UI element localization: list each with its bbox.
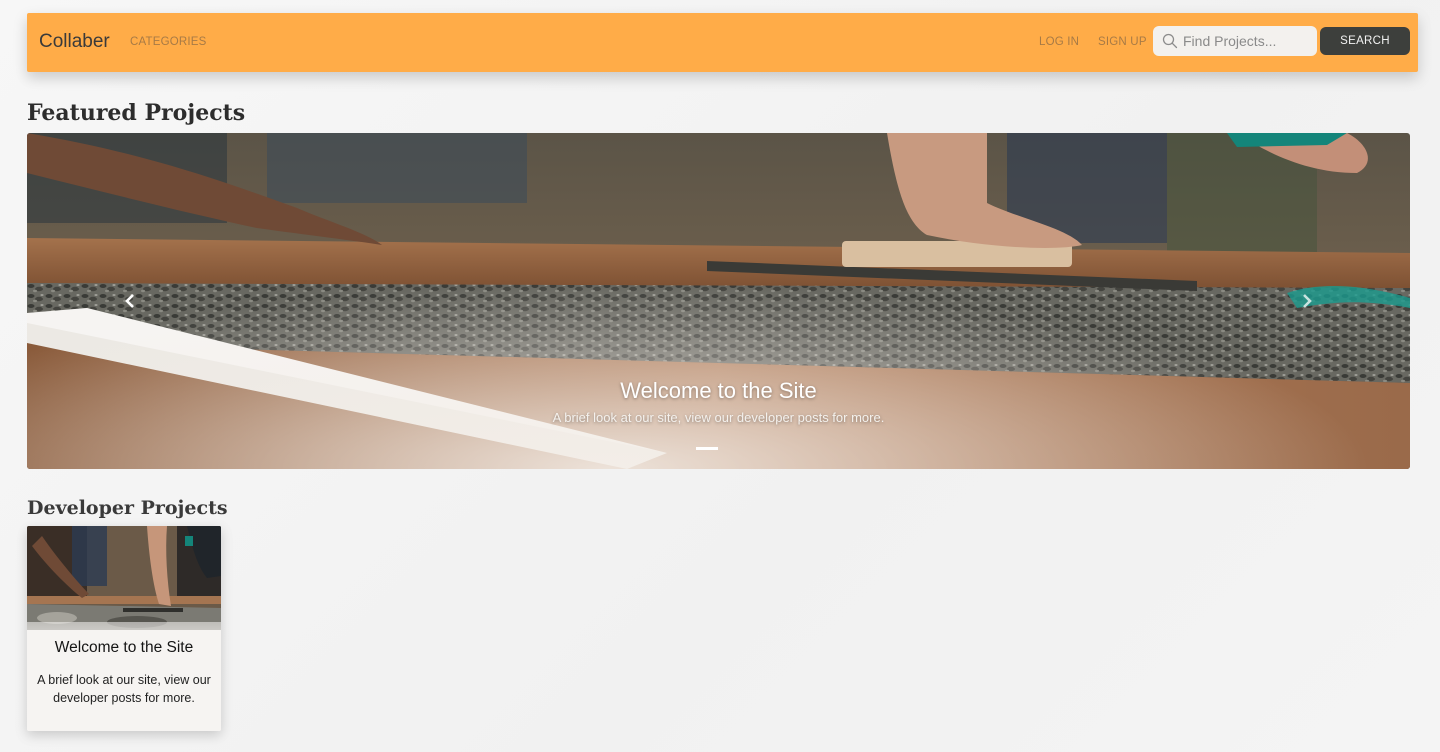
brand-logo-link[interactable]: Collaber bbox=[39, 31, 110, 53]
carousel-prev-button[interactable] bbox=[117, 288, 143, 314]
login-link[interactable]: LOG IN bbox=[1039, 36, 1079, 48]
project-card-image bbox=[27, 526, 221, 630]
carousel-indicator-1[interactable] bbox=[696, 447, 718, 450]
search-button[interactable]: SEARCH bbox=[1320, 27, 1410, 55]
project-card[interactable]: Welcome to the Site A brief look at our … bbox=[27, 526, 221, 731]
search-box bbox=[1153, 26, 1317, 56]
search-icon bbox=[1162, 33, 1178, 49]
carousel-caption-text: A brief look at our site, view our devel… bbox=[552, 410, 885, 425]
chevron-right-icon bbox=[1303, 294, 1312, 308]
project-card-title: Welcome to the Site bbox=[54, 639, 194, 656]
project-card-text: A brief look at our site, view our devel… bbox=[37, 673, 211, 705]
featured-carousel: Welcome to the Site A brief look at our … bbox=[27, 133, 1410, 469]
search-input[interactable] bbox=[1183, 26, 1313, 56]
carousel-next-button[interactable] bbox=[1294, 288, 1320, 314]
top-navbar: Collaber CATEGORIES LOG IN SIGN UP SEARC… bbox=[27, 13, 1418, 72]
developer-projects-heading: Developer Projects bbox=[27, 497, 228, 519]
signup-link[interactable]: SIGN UP bbox=[1098, 36, 1147, 48]
chevron-left-icon bbox=[125, 294, 134, 308]
featured-projects-heading: Featured Projects bbox=[27, 100, 246, 126]
categories-link[interactable]: CATEGORIES bbox=[130, 36, 207, 48]
carousel-caption-title: Welcome to the Site bbox=[620, 378, 817, 403]
